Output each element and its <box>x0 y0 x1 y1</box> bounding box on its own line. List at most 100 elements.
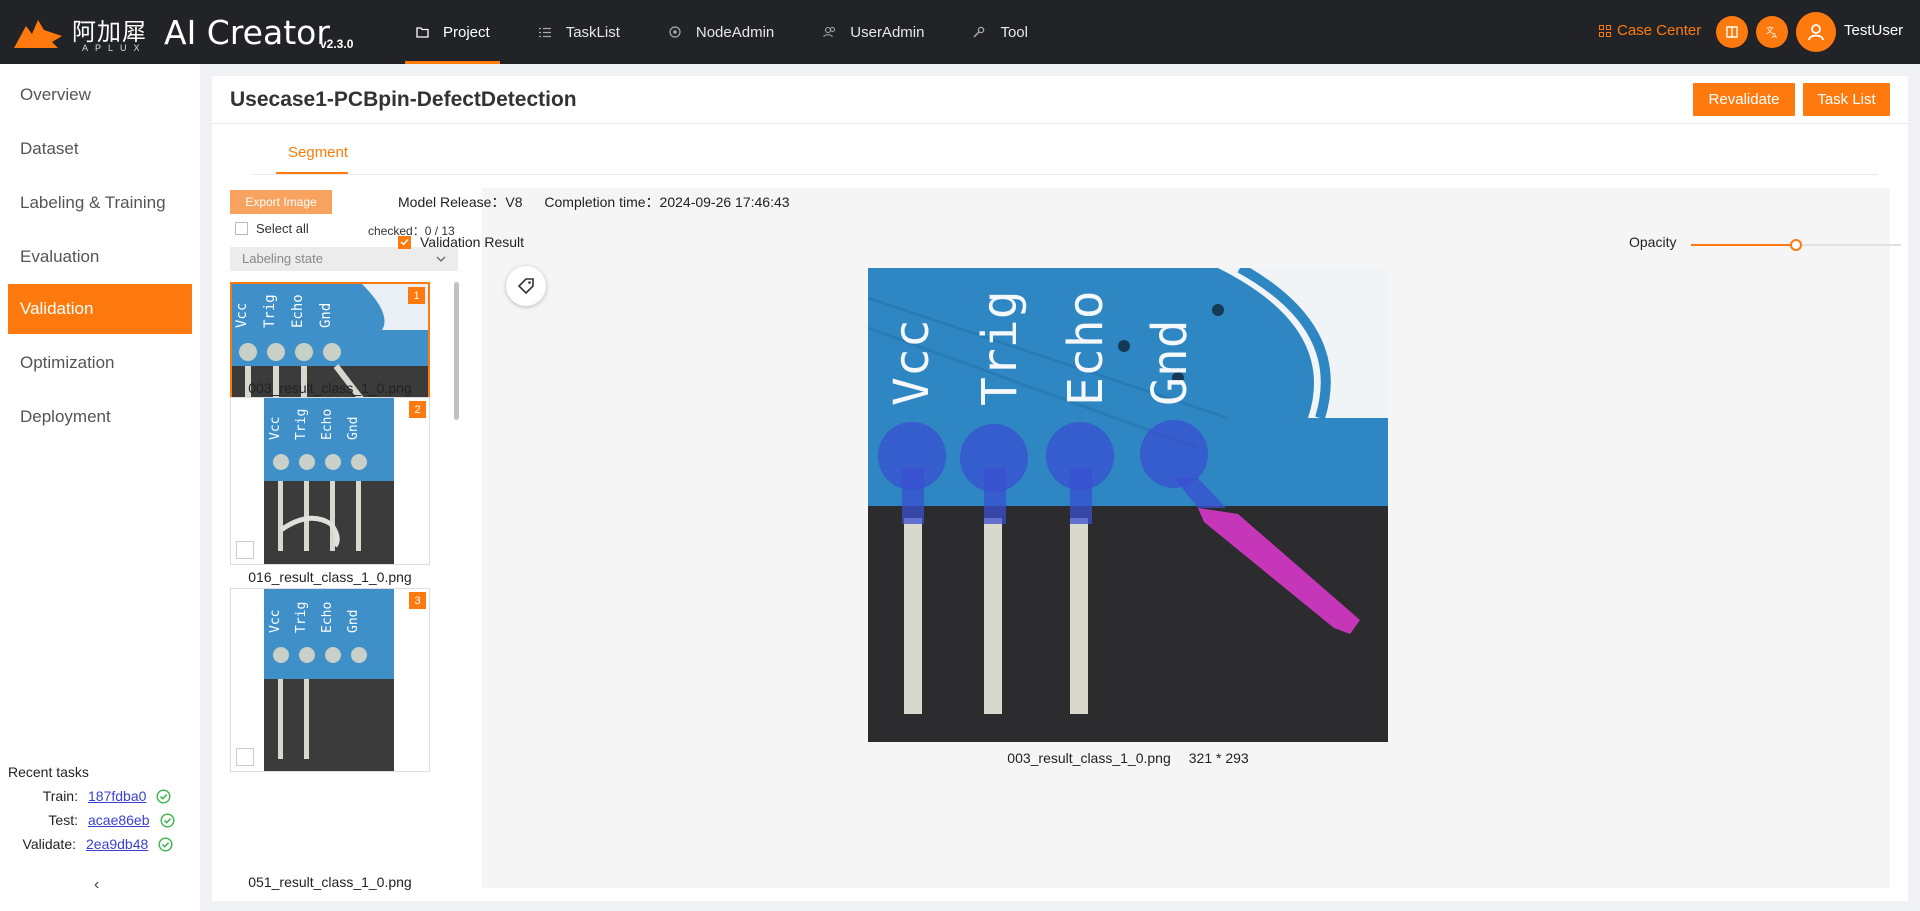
image-caption: 003_result_class_1_0.png 321 * 293 <box>868 750 1388 766</box>
recent-task-test: Test: acae86eb <box>0 812 175 828</box>
opacity-slider-handle[interactable] <box>1790 239 1802 251</box>
check-circle-icon <box>156 788 171 804</box>
users-icon <box>822 25 836 39</box>
image-filename: 003_result_class_1_0.png <box>1007 750 1171 766</box>
list-scrollbar[interactable] <box>454 282 459 420</box>
language-button[interactable]: 文A <box>1756 16 1788 48</box>
grid-icon <box>1599 24 1611 37</box>
pin-label-vcc: Vcc <box>884 319 940 406</box>
revalidate-button[interactable]: Revalidate <box>1693 83 1795 116</box>
recent-task-train: Train: 187fdba0 <box>0 788 171 804</box>
thumbnail-number: 1 <box>408 287 425 304</box>
completion-time: Completion time：2024-09-26 17:46:43 <box>544 194 790 210</box>
opacity-label: Opacity <box>1629 234 1677 250</box>
svg-text:Echo: Echo <box>320 409 335 440</box>
segmentation-image: Vcc Trig Echo Gnd <box>868 268 1388 742</box>
svg-text:Gnd: Gnd <box>346 610 361 633</box>
thumbnail-image: Vcc Trig Echo Gnd <box>264 589 394 771</box>
recent-task-label: Train: <box>42 788 78 804</box>
svg-text:Trig: Trig <box>294 409 309 440</box>
thumbnail-number: 3 <box>409 592 426 609</box>
export-image-button[interactable]: Export Image <box>230 190 332 214</box>
nav-tasklist[interactable]: TaskList <box>528 0 630 64</box>
main-card: Usecase1-PCBpin-DefectDetection Revalida… <box>212 76 1908 901</box>
check-circle-icon <box>158 836 173 852</box>
divider <box>212 123 1908 124</box>
checkbox-icon <box>235 222 248 235</box>
recent-tasks-title: Recent tasks <box>8 764 89 780</box>
sidebar-item-deployment[interactable]: Deployment <box>8 392 192 442</box>
case-center-link[interactable]: Case Center <box>1599 22 1701 39</box>
nav-tool[interactable]: Tool <box>962 0 1038 64</box>
nav-useradmin[interactable]: UserAdmin <box>812 0 934 64</box>
folder-icon <box>415 25 429 39</box>
recent-task-link[interactable]: acae86eb <box>88 812 150 828</box>
task-list-button[interactable]: Task List <box>1803 83 1890 116</box>
book-icon <box>1726 26 1738 38</box>
node-icon <box>668 25 682 39</box>
sidebar-item-overview[interactable]: Overview <box>8 70 192 120</box>
pin-label-trig: Trig <box>972 290 1028 406</box>
model-release: Model Release：V8 <box>398 194 523 210</box>
validation-result-label: Validation Result <box>420 234 525 250</box>
sidebar-item-optimization[interactable]: Optimization <box>8 338 192 388</box>
nav-nodeadmin-label: NodeAdmin <box>695 23 775 41</box>
collapse-sidebar-button[interactable]: ‹ <box>94 876 99 894</box>
logo-mark-icon <box>14 20 62 48</box>
svg-text:Vcc: Vcc <box>234 303 250 328</box>
pin-label-echo: Echo <box>1058 290 1114 406</box>
tab-segment[interactable]: Segment <box>288 144 348 161</box>
aplux-logo[interactable]: 阿加犀 APLUX <box>12 10 162 56</box>
thumbnail-item[interactable]: Vcc Trig Echo Gnd 3 <box>230 588 430 772</box>
sidebar-item-evaluation[interactable]: Evaluation <box>8 232 192 282</box>
page-title: Usecase1-PCBpin-DefectDetection <box>230 88 577 111</box>
thumbnail-checkbox[interactable] <box>236 748 254 766</box>
svg-text:Trig: Trig <box>294 602 309 633</box>
recent-task-label: Validate: <box>22 836 76 852</box>
tag-toggle-button[interactable] <box>506 266 546 306</box>
user-avatar[interactable] <box>1796 12 1836 52</box>
logo-cn-text: 阿加犀 <box>72 18 147 46</box>
recent-task-link[interactable]: 2ea9db48 <box>86 836 148 852</box>
model-info: Model Release：V8 Completion time：2024-09… <box>398 192 808 212</box>
opacity-slider[interactable] <box>1691 239 1901 251</box>
select-all-checkbox[interactable]: Select all <box>235 221 309 236</box>
recent-task-label: Test: <box>48 812 78 828</box>
sidebar-item-labeling-training[interactable]: Labeling & Training <box>8 178 192 228</box>
recent-task-validate: Validate: 2ea9db48 <box>0 836 173 852</box>
case-center-label: Case Center <box>1617 22 1702 39</box>
nav-tool-label: Tool <box>1000 23 1028 41</box>
image-dimensions: 321 * 293 <box>1188 750 1249 766</box>
svg-text:Gnd: Gnd <box>346 417 361 440</box>
nav-tasklist-label: TaskList <box>565 23 620 41</box>
wrench-icon <box>972 25 986 39</box>
sidebar-item-dataset[interactable]: Dataset <box>8 124 192 174</box>
nav-useradmin-label: UserAdmin <box>850 23 925 41</box>
thumbnail-checkbox[interactable] <box>236 541 254 559</box>
thumbnail-filename: 051_result_class_1_0.png <box>248 874 412 890</box>
svg-text:Echo: Echo <box>320 602 335 633</box>
divider <box>252 174 1878 175</box>
validation-result-checkbox[interactable]: Validation Result <box>398 234 524 250</box>
list-icon <box>538 25 552 39</box>
thumbnail-item[interactable]: Vcc Trig Echo Gnd 2 <box>230 397 430 565</box>
logo-en-text: APLUX <box>82 43 147 53</box>
top-bar: 阿加犀 APLUX AI Creator v2.3.0 Project Task… <box>0 0 1920 64</box>
labeling-state-select[interactable]: Labeling state <box>230 247 458 271</box>
nav-project[interactable]: Project <box>405 0 500 64</box>
svg-text:Trig: Trig <box>262 294 278 328</box>
svg-text:Vcc: Vcc <box>268 610 283 633</box>
user-icon <box>1808 24 1824 41</box>
thumbnail-number: 2 <box>409 401 426 418</box>
labeling-state-value: Labeling state <box>242 251 323 266</box>
recent-task-link[interactable]: 187fdba0 <box>88 788 146 804</box>
sidebar: Overview Dataset Labeling & Training Eva… <box>0 64 200 911</box>
main-nav: Project TaskList NodeAdmin UserAdmin Too… <box>405 0 1066 64</box>
book-button[interactable] <box>1716 16 1748 48</box>
select-all-label: Select all <box>256 221 309 236</box>
nav-nodeadmin[interactable]: NodeAdmin <box>658 0 784 64</box>
nav-project-label: Project <box>443 23 490 41</box>
thumbnail-filename: 003_result_class_1_0.png <box>248 380 412 396</box>
sidebar-item-validation[interactable]: Validation <box>8 284 192 334</box>
username[interactable]: TestUser <box>1844 22 1903 39</box>
